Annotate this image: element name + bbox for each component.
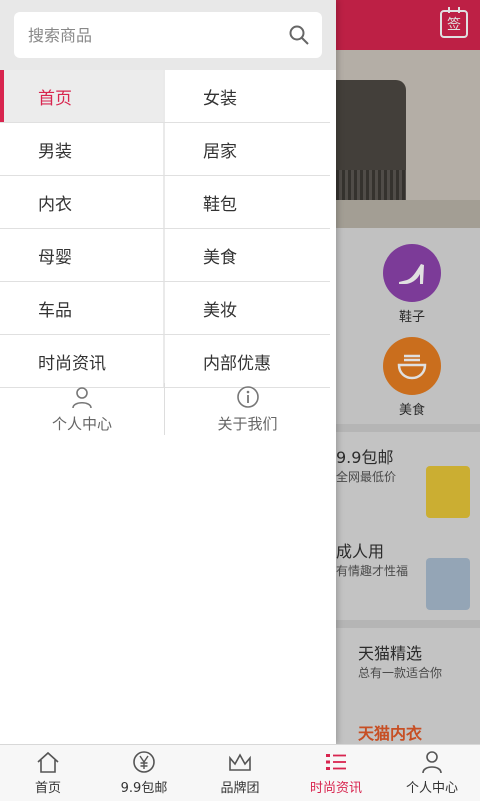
- menu-item-home[interactable]: 首页: [0, 70, 165, 122]
- action-label: 个人中心: [51, 415, 112, 433]
- menu-row: 车品 美妆: [0, 282, 330, 335]
- menu-item-beauty[interactable]: 美妆: [165, 282, 330, 334]
- list-icon: [326, 754, 346, 770]
- bottom-tab-bar: 首页 9.9包邮 品牌团 时尚资讯 个人中心: [0, 744, 480, 801]
- menu-item-baby[interactable]: 母婴: [0, 229, 165, 281]
- menu-row: 男装 居家: [0, 123, 330, 176]
- tab-home[interactable]: 首页: [0, 745, 96, 801]
- menu-item-home-living[interactable]: 居家: [165, 123, 330, 175]
- menu-item-underwear[interactable]: 内衣: [0, 176, 165, 228]
- action-label: 关于我们: [217, 415, 278, 433]
- info-icon: [236, 386, 259, 408]
- menu-item-shoes-bags[interactable]: 鞋包: [165, 176, 330, 228]
- menu-item-car[interactable]: 车品: [0, 282, 165, 334]
- tab-personal-center[interactable]: 个人中心: [384, 745, 480, 801]
- menu-row: 时尚资讯 内部优惠: [0, 335, 330, 388]
- tab-fashion-news[interactable]: 时尚资讯: [288, 745, 384, 801]
- tab-label: 时尚资讯: [309, 781, 362, 796]
- tab-label: 品牌团: [220, 781, 260, 796]
- person-icon: [422, 751, 442, 774]
- tab-brand-group[interactable]: 品牌团: [192, 745, 288, 801]
- about-us-button[interactable]: 关于我们: [165, 383, 330, 435]
- drawer-header: [0, 0, 336, 70]
- menu-item-womens[interactable]: 女装: [165, 70, 330, 122]
- category-menu: 首页 女装 男装 居家 内衣 鞋包 母婴 美食 车品 美妆 时尚资讯 内部优惠: [0, 70, 330, 388]
- search-icon[interactable]: [288, 24, 310, 46]
- tab-label: 首页: [34, 781, 61, 796]
- menu-row: 母婴 美食: [0, 229, 330, 282]
- tab-free-shipping[interactable]: 9.9包邮: [96, 745, 192, 801]
- menu-item-food[interactable]: 美食: [165, 229, 330, 281]
- search-input[interactable]: [26, 24, 288, 46]
- drawer-actions: 个人中心 关于我们: [0, 383, 330, 435]
- tab-label: 9.9包邮: [120, 781, 168, 796]
- tab-label: 个人中心: [405, 781, 458, 796]
- crown-icon: [229, 753, 251, 771]
- personal-center-button[interactable]: 个人中心: [0, 383, 165, 435]
- menu-row: 首页 女装: [0, 70, 330, 123]
- menu-row: 内衣 鞋包: [0, 176, 330, 229]
- home-icon: [37, 751, 59, 773]
- person-icon: [72, 387, 92, 409]
- side-drawer: 首页 女装 男装 居家 内衣 鞋包 母婴 美食 车品 美妆 时尚资讯 内部优惠: [0, 0, 336, 744]
- menu-item-fashion-news[interactable]: 时尚资讯: [0, 335, 165, 387]
- yen-icon: [133, 751, 155, 773]
- menu-item-internal-deals[interactable]: 内部优惠: [165, 335, 330, 387]
- menu-item-mens[interactable]: 男装: [0, 123, 165, 175]
- search-box[interactable]: [14, 12, 322, 58]
